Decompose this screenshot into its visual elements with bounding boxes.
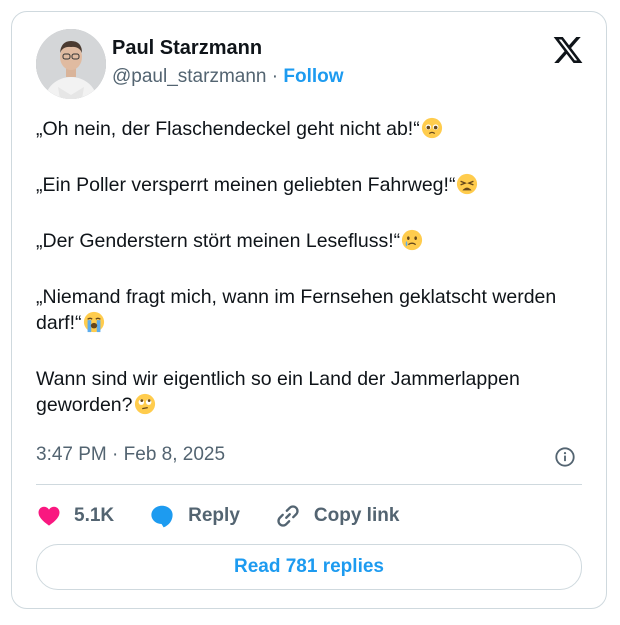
copy-link-label: Copy link bbox=[313, 505, 400, 526]
tweet-card: Paul Starzmann @paul_starzmann · Follow … bbox=[11, 11, 607, 609]
weary-face-icon bbox=[457, 173, 478, 195]
tweet-line: „Niemand fragt mich, wann im Fernsehen g… bbox=[36, 286, 557, 334]
x-logo-icon[interactable] bbox=[552, 34, 584, 66]
divider bbox=[36, 484, 582, 485]
tweet-line: „Ein Poller versperrt meinen geliebten F… bbox=[36, 172, 576, 198]
author-name[interactable]: Paul Starzmann bbox=[112, 37, 262, 60]
read-replies-button[interactable]: Read 781 replies bbox=[36, 544, 582, 590]
tweet-text: „Oh nein, der Flaschendeckel geht nicht … bbox=[36, 116, 576, 448]
tweet-line: „Oh nein, der Flaschendeckel geht nicht … bbox=[36, 116, 576, 142]
copy-link-button[interactable]: Copy link bbox=[274, 502, 400, 530]
eye-roll-face-icon bbox=[134, 393, 155, 415]
like-button[interactable]: 5.1K bbox=[36, 504, 114, 528]
loudly-crying-face-icon bbox=[83, 311, 104, 333]
link-icon bbox=[277, 505, 299, 527]
pleading-face-icon bbox=[421, 117, 442, 139]
tweet-line: „Der Genderstern stört meinen Lesefluss!… bbox=[36, 228, 576, 254]
separator: · bbox=[271, 66, 279, 87]
author-handle-row: @paul_starzmann · Follow bbox=[112, 66, 344, 88]
tweet-timestamp[interactable]: 3:47 PM · Feb 8, 2025 bbox=[36, 444, 225, 466]
reply-button[interactable]: Reply bbox=[148, 503, 240, 529]
info-icon[interactable] bbox=[554, 446, 576, 468]
reply-label: Reply bbox=[188, 505, 240, 526]
heart-icon bbox=[38, 506, 60, 526]
author-handle[interactable]: @paul_starzmann bbox=[112, 66, 266, 87]
crying-face-icon bbox=[402, 229, 423, 251]
reply-bubble-icon bbox=[151, 505, 173, 528]
action-bar: 5.1K Reply Copy link bbox=[36, 501, 433, 531]
follow-button[interactable]: Follow bbox=[283, 66, 343, 87]
tweet-line: Wann sind wir eigentlich so ein Land der… bbox=[36, 368, 520, 416]
avatar[interactable] bbox=[36, 29, 106, 99]
like-count: 5.1K bbox=[74, 505, 115, 526]
